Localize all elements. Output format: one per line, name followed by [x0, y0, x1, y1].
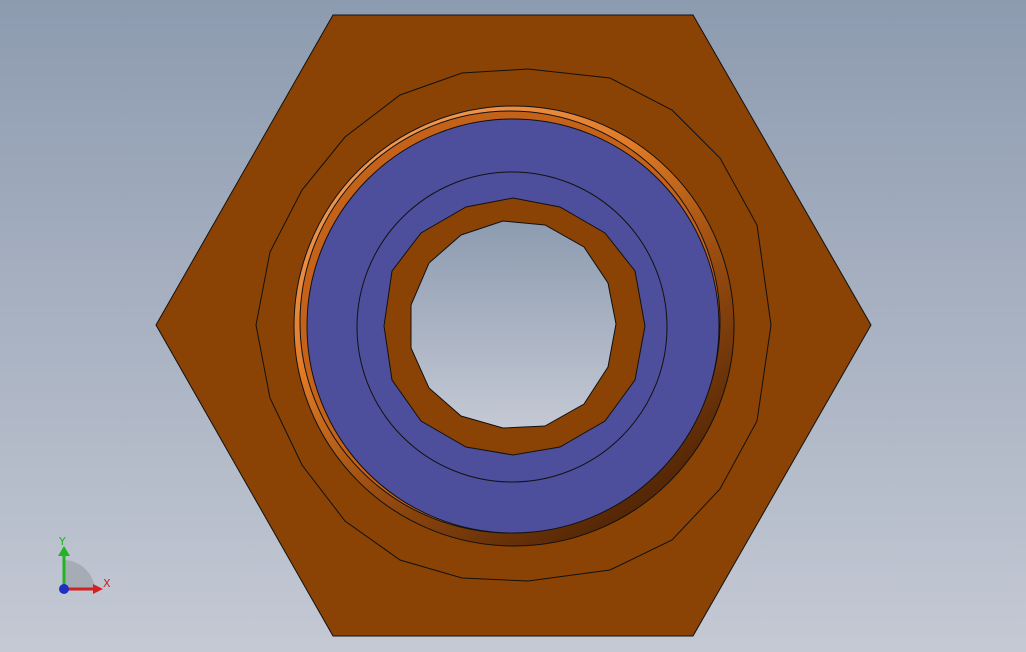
cad-viewport[interactable]: Y X — [0, 0, 1026, 652]
through-hole[interactable] — [410, 220, 617, 429]
z-axis-dot-icon — [59, 584, 69, 594]
y-axis-label: Y — [58, 535, 66, 548]
x-axis-label: X — [103, 577, 111, 590]
